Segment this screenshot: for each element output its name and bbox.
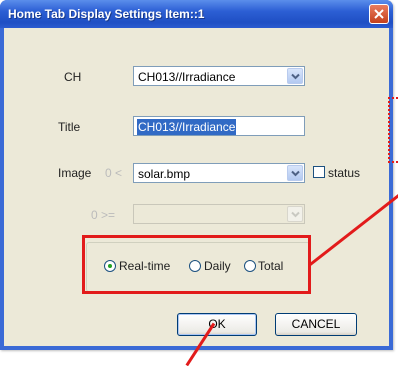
mode-highlight-box	[82, 235, 311, 294]
close-button[interactable]	[369, 4, 389, 24]
title-label: Title	[58, 120, 81, 134]
image-label: Image	[58, 166, 92, 180]
ch-dropdown-button[interactable]	[287, 68, 303, 84]
close-icon	[374, 9, 384, 19]
image-dropdown-button[interactable]	[287, 165, 303, 181]
title-input-value: CH013//Irradiance	[137, 119, 237, 135]
second-image-threshold-prefix: 0 >=	[91, 208, 116, 222]
ok-button[interactable]: OK	[177, 313, 257, 336]
chevron-down-icon	[291, 211, 300, 218]
image-select[interactable]: solar.bmp	[133, 163, 305, 183]
second-image-select[interactable]	[133, 204, 305, 224]
ch-select[interactable]: CH013//Irradiance	[133, 66, 305, 86]
image-threshold-prefix: 0 <	[105, 166, 123, 180]
ch-label: CH	[64, 70, 82, 84]
title-input[interactable]: CH013//Irradiance	[133, 116, 305, 136]
cancel-button[interactable]: CANCEL	[275, 313, 357, 336]
image-select-value: solar.bmp	[138, 167, 191, 181]
callout-dotted-box	[388, 97, 398, 163]
second-image-dropdown-button[interactable]	[287, 206, 303, 222]
status-checkbox[interactable]	[313, 166, 325, 178]
window-title: Home Tab Display Settings Item::1	[8, 7, 205, 21]
dialog-window: Home Tab Display Settings Item::1 CH CH0…	[0, 0, 393, 350]
chevron-down-icon	[291, 73, 300, 80]
dialog-body: CH CH013//Irradiance Title CH013//Irradi…	[4, 28, 389, 346]
status-checkbox-label: status	[328, 166, 361, 180]
title-bar[interactable]: Home Tab Display Settings Item::1	[0, 0, 393, 28]
ch-select-value: CH013//Irradiance	[138, 70, 236, 84]
chevron-down-icon	[291, 170, 300, 177]
